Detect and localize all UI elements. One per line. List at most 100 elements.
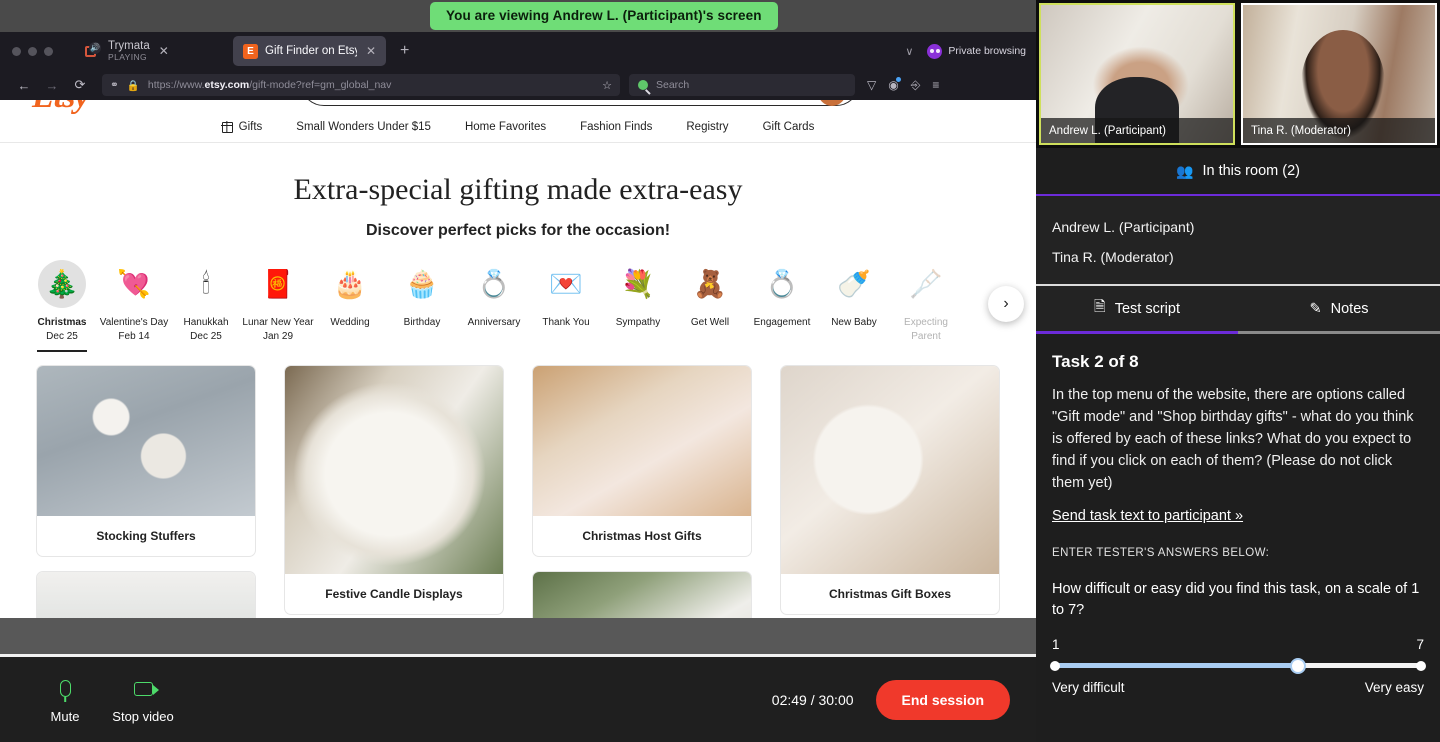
search-placeholder: Search — [656, 79, 690, 91]
end-session-button[interactable]: End session — [875, 679, 1010, 720]
etsy-nav-item-fashion-finds[interactable]: Fashion Finds — [580, 121, 652, 133]
etsy-nav-item-gifts[interactable]: Gifts — [221, 121, 263, 133]
close-icon[interactable]: ✕ — [364, 44, 378, 58]
carousel-next-icon[interactable]: › — [988, 286, 1024, 322]
occasion-item-birthday[interactable]: 🧁 Birthday — [386, 260, 458, 343]
search-icon — [637, 79, 649, 91]
occasion-label: Christmas — [37, 317, 87, 328]
answers-section-label: ENTER TESTER'S ANSWERS BELOW: — [1052, 547, 1270, 560]
address-bar[interactable]: ⚭ 🔒 https://www.etsy.com/gift-mode?ref=g… — [102, 74, 620, 96]
trymata-icon: 🔊 — [85, 42, 101, 59]
page-subtitle: Discover perfect picks for the occasion! — [365, 222, 671, 239]
etsy-page: Etsy Gifts Small Wonders Under $15 Home … — [0, 100, 1036, 618]
tab-test-script[interactable]: 🗎 Test script — [1036, 286, 1238, 334]
gift-card-caption: Christmas Gift Boxes — [828, 587, 952, 601]
occasion-icon: 🎄 — [38, 260, 86, 308]
etsy-logo[interactable]: Etsy — [32, 100, 89, 116]
gift-card[interactable]: Stocking Stuffers — [36, 365, 256, 557]
browser-tab-etsy[interactable]: E Gift Finder on Etsy - Get Perfec ✕ — [233, 36, 386, 66]
list-all-tabs-icon[interactable]: ≡ — [932, 78, 939, 92]
occasion-label: Wedding — [330, 317, 370, 328]
session-control-bar: Mute Stop video 02:49 / 30:00 End sessio… — [0, 657, 1036, 742]
gift-card-caption: Christmas Host Gifts — [582, 529, 702, 543]
camera-icon — [133, 676, 159, 702]
video-tile-andrew[interactable]: Andrew L. (Participant) — [1039, 3, 1235, 145]
occasion-label: New Baby — [831, 317, 877, 328]
slider-start-cap — [1050, 660, 1060, 671]
tab-notes[interactable]: ✎ Notes — [1238, 286, 1440, 334]
lock-icon[interactable]: 🔒 — [127, 79, 140, 92]
occasion-item-new-baby[interactable]: 🍼 New Baby — [818, 260, 890, 343]
browser-navigation-bar: ← → ⟳ ⚭ 🔒 https://www.etsy.com/gift-mode… — [0, 70, 1036, 100]
reload-icon[interactable]: ⟳ — [66, 77, 94, 93]
mask-icon — [927, 43, 943, 59]
browser-search-input[interactable]: Search — [629, 74, 855, 96]
etsy-nav-item-home-favorites[interactable]: Home Favorites — [465, 121, 546, 133]
occasion-label: Get Well — [690, 317, 730, 328]
shield-icon[interactable]: ⚭ — [110, 79, 119, 91]
gift-card[interactable]: Festive Candle Displays — [284, 365, 504, 615]
moderator-panel: Andrew L. (Participant) Tina R. (Moderat… — [1036, 0, 1440, 742]
etsy-nav-item-registry[interactable]: Registry — [686, 121, 728, 133]
slider-thumb[interactable] — [1289, 657, 1306, 674]
difficulty-slider[interactable]: 1 7 Very difficult Very easy — [1050, 637, 1426, 696]
session-timer: 02:49 / 30:00 — [771, 691, 854, 708]
tab-label: Notes — [1330, 300, 1369, 317]
mute-button[interactable]: Mute — [26, 676, 104, 724]
video-tile-tina[interactable]: Tina R. (Moderator) — [1241, 3, 1437, 145]
forward-icon[interactable]: → — [38, 78, 66, 93]
etsy-nav-item-gift-cards[interactable]: Gift Cards — [763, 121, 815, 133]
occasion-item-wedding[interactable]: 🎂 Wedding — [314, 260, 386, 343]
occasion-item-engagement[interactable]: 💍 Engagement — [746, 260, 818, 343]
close-icon[interactable]: ✕ — [157, 44, 171, 58]
private-browsing-indicator: Private browsing — [927, 43, 1026, 59]
slider-track[interactable] — [1050, 657, 1426, 674]
card-column: Stocking Stuffers — [36, 365, 256, 618]
occasion-item-valentine-s-day[interactable]: 💘 Valentine's Day Feb 14 — [98, 260, 170, 343]
occasion-item-hanukkah[interactable]: 🕯 Hanukkah Dec 25 — [170, 260, 242, 343]
scale-max-value: 7 — [1416, 637, 1424, 653]
video-name-label: Tina R. (Moderator) — [1243, 118, 1435, 143]
occasion-item-expecting-parent[interactable]: 🩼 Expecting Parent — [890, 260, 962, 343]
task-title: Task 2 of 8 — [1052, 352, 1139, 371]
gift-icon — [221, 121, 233, 133]
scale-max-label: Very easy — [1364, 680, 1424, 696]
gift-card-image — [285, 366, 503, 574]
gift-card-image — [37, 366, 255, 516]
etsy-nav-label: Registry — [686, 121, 729, 133]
occasion-item-thank-you[interactable]: 💌 Thank You — [530, 260, 602, 343]
window-controls[interactable] — [0, 46, 53, 56]
session-window: You are viewing Andrew L. (Participant)'… — [0, 0, 1440, 742]
roster-item-andrew[interactable]: Andrew L. (Participant) — [1052, 212, 1424, 242]
occasion-item-sympathy[interactable]: 💐 Sympathy — [602, 260, 674, 343]
back-icon[interactable]: ← — [10, 78, 38, 93]
roster-item-tina[interactable]: Tina R. (Moderator) — [1052, 242, 1424, 272]
video-tile-grid: Andrew L. (Participant) Tina R. (Moderat… — [1036, 0, 1440, 148]
occasion-date: Dec 25 — [190, 330, 222, 342]
chevron-down-icon[interactable]: ∨ — [905, 45, 913, 58]
gift-card[interactable] — [36, 571, 256, 618]
etsy-search-input[interactable] — [300, 100, 860, 106]
account-icon[interactable]: ◉ — [888, 77, 902, 92]
occasion-item-christmas[interactable]: 🎄 Christmas Dec 25 — [26, 260, 98, 343]
page-title: Extra-special gifting made extra-easy — [293, 173, 743, 206]
save-to-pocket-icon[interactable]: ▽ — [867, 78, 876, 92]
gift-card[interactable]: Christmas Gift Boxes — [780, 365, 1000, 615]
gift-card[interactable]: Christmas Host Gifts — [532, 365, 752, 557]
mute-label: Mute — [50, 708, 80, 724]
share-icon[interactable]: ⎆ — [911, 78, 921, 93]
new-tab-button[interactable]: + — [400, 42, 409, 60]
etsy-nav-label: Gifts — [238, 121, 263, 133]
stop-video-button[interactable]: Stop video — [104, 676, 182, 724]
occasion-item-get-well[interactable]: 🧸 Get Well — [674, 260, 746, 343]
people-icon: 👥 — [1176, 162, 1194, 179]
send-task-text-link[interactable]: Send task text to participant » — [1052, 508, 1243, 524]
gift-card-caption: Stocking Stuffers — [96, 529, 196, 543]
browser-tab-trymata[interactable]: 🔊 Trymata PLAYING ✕ — [75, 36, 227, 66]
gift-card[interactable] — [532, 571, 752, 618]
task-body: In the top menu of the website, there ar… — [1052, 387, 1414, 492]
occasion-item-lunar-new-year[interactable]: 🧧 Lunar New Year Jan 29 — [242, 260, 314, 343]
etsy-nav-item-small-wonders[interactable]: Small Wonders Under $15 — [296, 121, 431, 133]
bookmark-star-icon[interactable]: ☆ — [602, 79, 612, 92]
occasion-item-anniversary[interactable]: 💍 Anniversary — [458, 260, 530, 343]
